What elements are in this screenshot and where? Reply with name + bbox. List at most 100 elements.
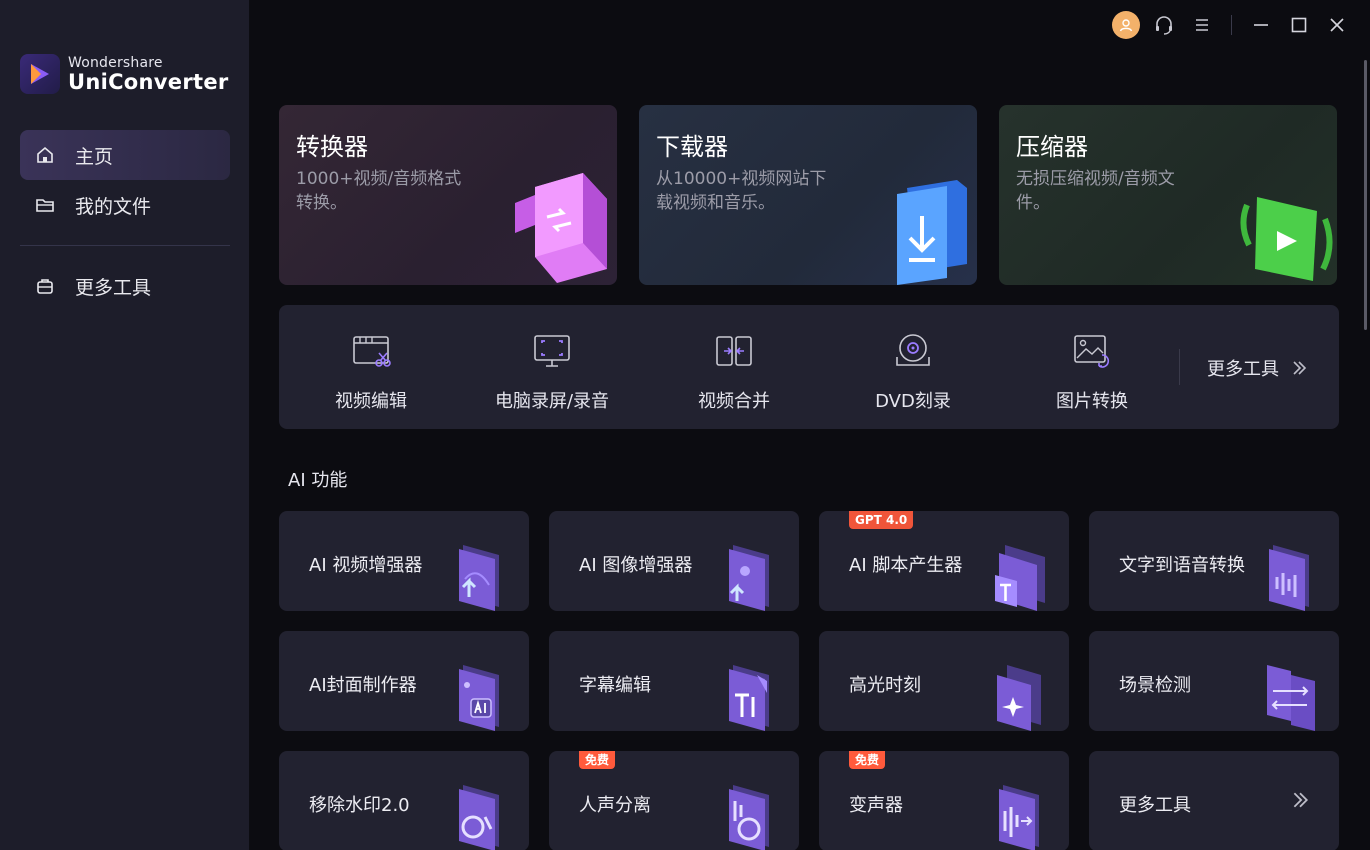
ai-card-label: AI 图像增强器 [579, 555, 693, 576]
ai-card-label: 字幕编辑 [579, 675, 651, 696]
ai-card-label: 更多工具 [1119, 795, 1191, 816]
ai-card-image-enhancer[interactable]: AI 图像增强器 [549, 511, 799, 611]
toolbox-icon [35, 276, 55, 296]
highlights-icon [997, 665, 1041, 731]
sidebar: Wondershare UniConverter 主页 我的文件 更多工具 [0, 0, 249, 850]
ai-card-highlights[interactable]: 高光时刻 [819, 631, 1069, 731]
hero-title: 下载器 [656, 133, 728, 161]
video-merge-icon [716, 336, 752, 366]
converter-card[interactable]: 转换器 1000+视频/音频格式转换。 [279, 105, 617, 285]
sidebar-item-my-files[interactable]: 我的文件 [20, 180, 230, 230]
app-logo: Wondershare UniConverter [20, 54, 229, 94]
tool-dvd-burn[interactable]: DVD刻录 [833, 305, 993, 429]
ai-section-title: AI 功能 [288, 470, 348, 491]
tool-label: 视频编辑 [335, 391, 407, 412]
sidebar-item-label: 更多工具 [75, 276, 152, 299]
close-icon [1330, 18, 1344, 32]
user-avatar-button[interactable] [1111, 10, 1141, 40]
ai-card-vocal-remover[interactable]: 免费 人声分离 [549, 751, 799, 850]
tool-video-merge[interactable]: 视频合并 [654, 305, 814, 429]
cover-maker-icon [459, 665, 499, 731]
ai-card-script-generator[interactable]: GPT 4.0 AI 脚本产生器 [819, 511, 1069, 611]
screen-record-icon [534, 335, 570, 367]
ai-card-more-tools[interactable]: 更多工具 [1089, 751, 1339, 850]
app-window: Wondershare UniConverter 主页 我的文件 更多工具 转换… [0, 0, 1370, 850]
ai-card-text-to-speech[interactable]: 文字到语音转换 [1089, 511, 1339, 611]
downloader-icon [897, 180, 967, 285]
video-enhance-icon [459, 545, 499, 611]
tool-image-convert[interactable]: 图片转换 [1012, 305, 1172, 429]
video-edit-icon [353, 336, 391, 367]
minimize-icon [1254, 24, 1268, 26]
sidebar-item-home[interactable]: 主页 [20, 130, 230, 180]
menu-icon [1196, 19, 1208, 31]
ai-card-label: AI 脚本产生器 [849, 555, 963, 576]
tool-label: 图片转换 [1056, 391, 1128, 412]
ai-card-subtitle-editor[interactable]: 字幕编辑 [549, 631, 799, 731]
logo-product: UniConverter [68, 69, 229, 94]
folder-icon [35, 195, 55, 215]
free-badge: 免费 [849, 751, 886, 769]
titlebar-separator [1231, 15, 1232, 35]
image-convert-icon [1074, 335, 1110, 368]
tool-video-edit[interactable]: 视频编辑 [291, 305, 451, 429]
hero-desc: 从10000+视频网站下载视频和音乐。 [656, 169, 827, 213]
sidebar-item-more-tools[interactable]: 更多工具 [20, 261, 230, 311]
hero-title: 转换器 [296, 133, 368, 161]
downloader-card[interactable]: 下载器 从10000+视频网站下载视频和音乐。 [639, 105, 977, 285]
ai-card-label: AI封面制作器 [309, 675, 417, 696]
menu-button[interactable] [1187, 10, 1217, 40]
ai-card-watermark-remover[interactable]: 移除水印2.0 [279, 751, 529, 850]
image-enhance-icon [729, 545, 769, 611]
user-avatar-icon [1112, 11, 1140, 39]
tools-separator [1179, 349, 1180, 385]
support-headset-icon [1156, 16, 1172, 35]
home-icon [35, 145, 55, 165]
text-to-speech-icon [1269, 545, 1309, 611]
ai-card-cover-maker[interactable]: AI封面制作器 [279, 631, 529, 731]
dvd-burn-icon [896, 334, 930, 366]
script-generator-icon [995, 545, 1045, 611]
ai-card-video-enhancer[interactable]: AI 视频增强器 [279, 511, 529, 611]
subtitle-editor-icon [729, 665, 769, 731]
tool-label: 电脑录屏/录音 [494, 391, 610, 412]
ai-card-label: 移除水印2.0 [309, 795, 410, 816]
gpt-badge: GPT 4.0 [849, 511, 914, 529]
more-tools-link[interactable]: 更多工具 [1207, 355, 1307, 381]
tool-label: DVD刻录 [875, 391, 951, 412]
compressor-icon [1240, 197, 1333, 281]
logo-icon [20, 54, 60, 94]
quick-tools-panel: 视频编辑 电脑录屏/录音 视频合并 DVD刻录 图片转换 更多工具 [279, 305, 1339, 429]
watermark-remover-icon [459, 785, 499, 850]
ai-card-voice-changer[interactable]: 免费 变声器 [819, 751, 1069, 850]
ai-card-label: AI 视频增强器 [309, 555, 423, 576]
hero-desc: 无损压缩视频/音频文件。 [1016, 169, 1175, 213]
tool-screen-record[interactable]: 电脑录屏/录音 [472, 305, 632, 429]
free-badge: 免费 [579, 751, 616, 769]
titlebar [1103, 10, 1352, 40]
scrollbar[interactable] [1364, 60, 1367, 330]
scene-detection-icon [1267, 665, 1315, 731]
close-button[interactable] [1322, 10, 1352, 40]
maximize-button[interactable] [1284, 10, 1314, 40]
compressor-card[interactable]: 压缩器 无损压缩视频/音频文件。 [999, 105, 1337, 285]
converter-icon [515, 173, 607, 283]
more-tools-label: 更多工具 [1207, 359, 1279, 380]
tool-label: 视频合并 [698, 391, 770, 412]
vocal-remover-icon [729, 785, 769, 850]
ai-card-label: 文字到语音转换 [1119, 555, 1245, 576]
ai-card-label: 人声分离 [579, 795, 651, 816]
maximize-icon [1291, 17, 1307, 33]
sidebar-item-label: 我的文件 [75, 195, 152, 218]
hero-desc: 1000+视频/音频格式转换。 [296, 169, 462, 213]
hero-title: 压缩器 [1016, 133, 1088, 161]
sidebar-divider [20, 245, 230, 246]
sidebar-item-label: 主页 [75, 145, 114, 168]
ai-card-label: 变声器 [849, 795, 903, 816]
ai-card-label: 场景检测 [1119, 675, 1191, 696]
logo-brand: Wondershare [68, 54, 163, 71]
minimize-button[interactable] [1246, 10, 1276, 40]
ai-card-label: 高光时刻 [849, 675, 921, 696]
ai-card-scene-detection[interactable]: 场景检测 [1089, 631, 1339, 731]
support-button[interactable] [1149, 10, 1179, 40]
